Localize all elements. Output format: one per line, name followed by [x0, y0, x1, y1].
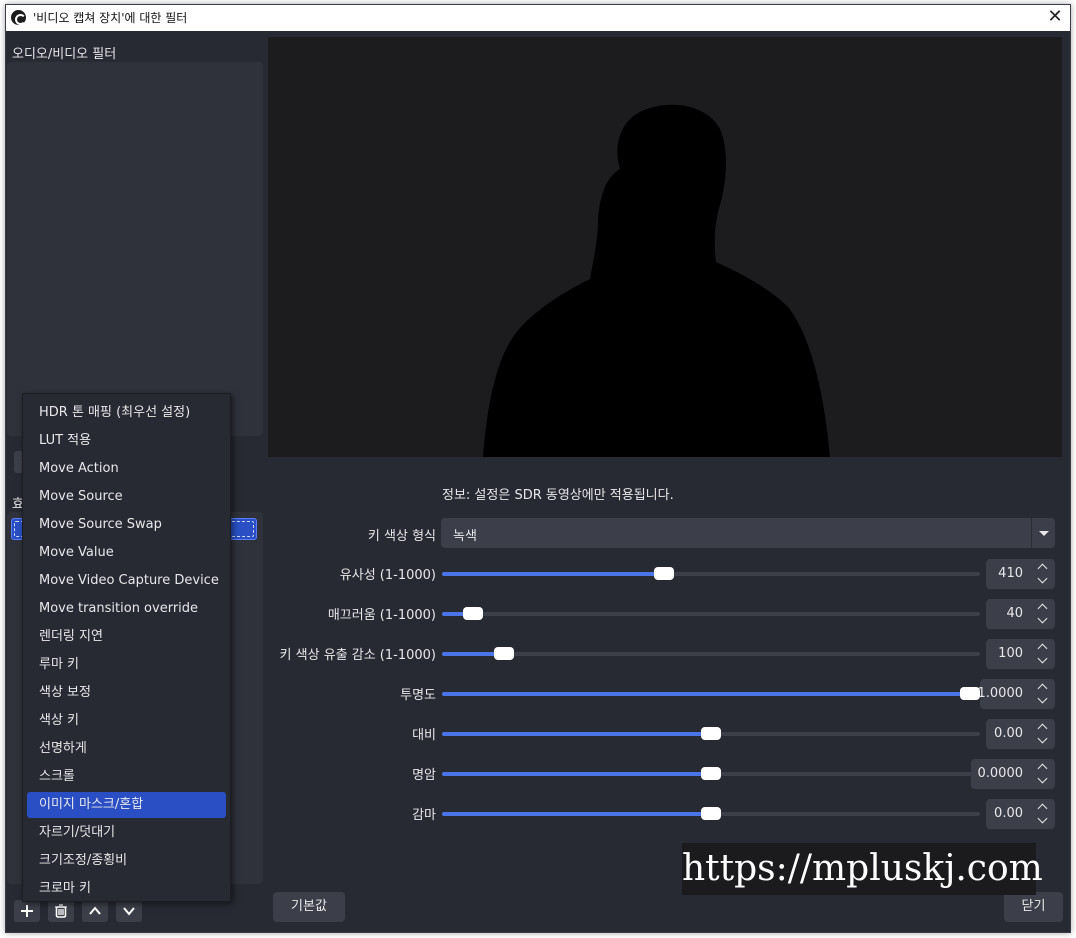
value-spinbox[interactable]: 0.0000	[971, 759, 1055, 789]
chevron-down-icon[interactable]	[1033, 614, 1053, 627]
menu-item[interactable]: Move Action	[27, 456, 226, 482]
menu-item[interactable]: 루마 키	[27, 652, 226, 678]
menu-item[interactable]: 이미지 마스크/혼합	[27, 792, 226, 818]
watermark-url: https://mpluskj.com	[682, 843, 1043, 895]
chevron-down-icon[interactable]	[1033, 814, 1053, 827]
source-preview	[268, 37, 1062, 457]
person-silhouette	[483, 104, 830, 457]
audio-video-filters-label: 오디오/비디오 필터	[12, 47, 117, 62]
key-color-type-select[interactable]: 녹색	[441, 518, 1055, 548]
value-slider[interactable]	[442, 767, 980, 780]
spinbox-value: 100	[998, 646, 1023, 661]
trash-icon	[55, 904, 67, 918]
value-slider[interactable]	[442, 607, 980, 620]
chevron-up-icon[interactable]	[1033, 681, 1053, 694]
move-filter-up-button[interactable]	[82, 900, 108, 922]
menu-item[interactable]: HDR 톤 매핑 (최우선 설정)	[27, 400, 226, 426]
value-slider[interactable]	[442, 807, 980, 820]
slider-fill	[442, 732, 711, 736]
chevron-down-icon[interactable]	[1033, 654, 1053, 667]
slider-fill	[442, 772, 711, 776]
menu-item[interactable]: 자르기/덧대기	[27, 820, 226, 846]
chevron-up-icon[interactable]	[1033, 561, 1053, 574]
info-text: 정보: 설정은 SDR 동영상에만 적용됩니다.	[442, 488, 674, 503]
slider-thumb[interactable]	[701, 767, 721, 780]
slider-fill	[442, 692, 970, 696]
menu-item[interactable]: 크로마 키	[27, 876, 226, 902]
chevron-up-icon[interactable]	[1033, 601, 1053, 614]
slider-fill	[442, 572, 664, 576]
value-spinbox[interactable]: 1.0000	[977, 679, 1055, 709]
slider-label: 대비	[412, 728, 436, 743]
chevron-down-icon[interactable]	[1031, 518, 1055, 548]
audio-video-filter-list[interactable]	[7, 62, 263, 436]
key-color-type-label: 키 색상 형식	[367, 529, 436, 544]
defaults-button[interactable]: 기본값	[273, 892, 345, 922]
value-spinbox[interactable]: 0.00	[986, 799, 1055, 829]
spinbox-value: 0.00	[994, 726, 1023, 741]
close-button[interactable]: 닫기	[1004, 892, 1063, 922]
value-slider[interactable]	[442, 567, 980, 580]
menu-item[interactable]: Move Source	[27, 484, 226, 510]
remove-filter-button[interactable]	[48, 900, 74, 922]
slider-label: 투명도	[400, 688, 436, 703]
spinbox-value: 0.0000	[977, 766, 1024, 781]
menu-item[interactable]: LUT 적용	[27, 428, 226, 454]
slider-thumb[interactable]	[701, 807, 721, 820]
value-slider[interactable]	[442, 647, 980, 660]
move-filter-down-button[interactable]	[116, 900, 142, 922]
chevron-down-icon[interactable]	[1033, 574, 1053, 587]
spinbox-value: 0.00	[994, 806, 1023, 821]
slider-thumb[interactable]	[701, 727, 721, 740]
key-color-type-value: 녹색	[453, 529, 477, 544]
slider-label: 명암	[412, 768, 436, 783]
slider-thumb[interactable]	[494, 647, 514, 660]
add-effect-filter-button[interactable]	[14, 900, 40, 922]
menu-item[interactable]: 렌더링 지연	[27, 624, 226, 650]
titlebar: '비디오 캡쳐 장치'에 대한 필터 ✕	[6, 5, 1070, 31]
menu-item[interactable]: 크기조정/종횡비	[27, 848, 226, 874]
add-filter-menu: HDR 톤 매핑 (최우선 설정) LUT 적용 Move Action Move S…	[22, 393, 231, 902]
chevron-down-icon	[123, 907, 135, 916]
menu-item[interactable]: Move transition override	[27, 596, 226, 622]
menu-item[interactable]: 색상 보정	[27, 680, 226, 706]
value-spinbox[interactable]: 0.00	[986, 719, 1055, 749]
spinbox-value: 1.0000	[977, 686, 1024, 701]
menu-item[interactable]: Move Source Swap	[27, 512, 226, 538]
slider-label: 감마	[412, 808, 436, 823]
value-spinbox[interactable]: 410	[986, 559, 1055, 589]
window-title: '비디오 캡쳐 장치'에 대한 필터	[33, 11, 188, 25]
close-window-button[interactable]: ✕	[1044, 7, 1066, 29]
menu-item[interactable]: Move Video Capture Device	[27, 568, 226, 594]
spinbox-value: 40	[1006, 606, 1023, 621]
chevron-up-icon[interactable]	[1033, 801, 1053, 814]
chevron-up-icon[interactable]	[1033, 641, 1053, 654]
value-slider[interactable]	[442, 727, 980, 740]
spinbox-value: 410	[998, 566, 1023, 581]
slider-thumb[interactable]	[463, 607, 483, 620]
slider-label: 유사성 (1-1000)	[339, 568, 436, 583]
slider-label: 키 색상 유출 감소 (1-1000)	[279, 648, 436, 663]
value-spinbox[interactable]: 40	[986, 599, 1055, 629]
slider-thumb[interactable]	[654, 567, 674, 580]
chevron-up-icon[interactable]	[1033, 721, 1053, 734]
value-slider[interactable]	[442, 687, 980, 700]
menu-item[interactable]: 스크롤	[27, 764, 226, 790]
obs-logo-icon	[11, 10, 26, 25]
menu-item[interactable]: 색상 키	[27, 708, 226, 734]
slider-fill	[442, 812, 711, 816]
chevron-up-icon[interactable]	[1033, 761, 1053, 774]
value-spinbox[interactable]: 100	[986, 639, 1055, 669]
chevron-down-icon[interactable]	[1033, 774, 1053, 787]
menu-item[interactable]: 선명하게	[27, 736, 226, 762]
chevron-up-icon	[89, 906, 101, 915]
slider-label: 매끄러움 (1-1000)	[327, 608, 436, 623]
plus-icon	[21, 905, 33, 917]
menu-item[interactable]: Move Value	[27, 540, 226, 566]
chevron-down-icon[interactable]	[1033, 694, 1053, 707]
chevron-down-icon[interactable]	[1033, 734, 1053, 747]
